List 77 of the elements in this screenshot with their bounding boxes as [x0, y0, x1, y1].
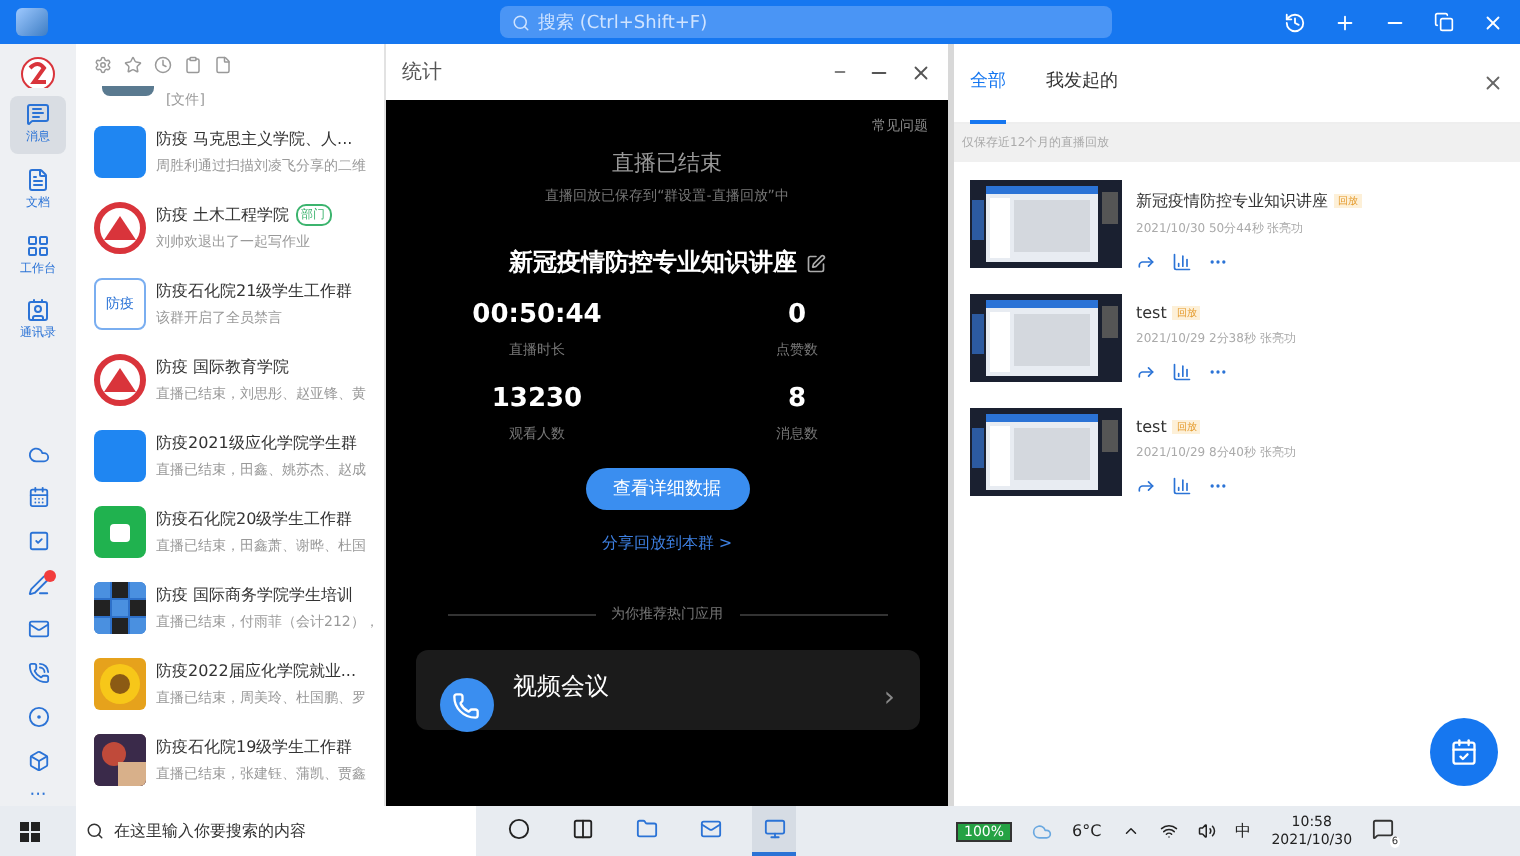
document-icon: [26, 167, 50, 192]
chat-name: 防疫 土木工程学院: [156, 204, 290, 226]
replay-title[interactable]: test: [1136, 418, 1167, 436]
close-icon[interactable]: [1482, 11, 1504, 33]
grid-icon: [26, 233, 50, 258]
checkbox-icon: [27, 530, 49, 553]
avatar: [94, 430, 146, 482]
share-link[interactable]: 分享回放到本群 >: [601, 532, 733, 554]
chat-name: 防疫2022届应化学院就业...: [156, 660, 356, 682]
network-icon[interactable]: [1159, 822, 1178, 840]
pen-icon: [27, 574, 49, 597]
chat-name: 防疫石化院21级学生工作群: [156, 280, 353, 302]
star-icon[interactable]: [124, 56, 142, 74]
search-icon: [512, 13, 530, 31]
circle-icon: [27, 705, 49, 728]
mail-icon: [27, 617, 49, 640]
windows-icon[interactable]: [20, 821, 40, 841]
search-icon: [86, 822, 104, 840]
calendar-icon: [27, 486, 49, 509]
clipboard-icon[interactable]: [184, 56, 202, 74]
stat-value: 8: [787, 384, 807, 414]
contact-icon: [26, 298, 50, 323]
chat-name: 防疫石化院19级学生工作群: [156, 736, 353, 758]
window-title: 统计: [402, 59, 442, 86]
avatar: [94, 506, 146, 558]
chart-icon[interactable]: [1172, 362, 1192, 382]
history-icon[interactable]: [1284, 11, 1306, 33]
stat-value: 0: [787, 300, 807, 330]
close-icon[interactable]: [1482, 72, 1504, 94]
notification-badge: [44, 569, 56, 582]
taskbar-search-field[interactable]: 在这里输入你要搜索的内容: [76, 806, 476, 856]
tab[interactable]: 我发起的: [1046, 43, 1118, 123]
chevron-icon: ›: [883, 682, 895, 714]
replay-title[interactable]: test: [1136, 304, 1167, 322]
stat-value: 13230: [491, 384, 583, 414]
lecture-title: 新冠疫情防控专业知识讲座: [509, 246, 797, 280]
tray-expand-icon[interactable]: [1121, 822, 1140, 840]
settings-icon[interactable]: [94, 56, 112, 74]
app-name: 视频会议: [513, 670, 609, 704]
restore-icon[interactable]: [1434, 11, 1454, 31]
input-method[interactable]: 中: [1235, 820, 1252, 842]
avatar: [94, 582, 146, 634]
box-icon: [27, 749, 49, 772]
share-icon[interactable]: [1136, 476, 1156, 496]
phone-icon: [27, 661, 49, 684]
share-icon[interactable]: [1136, 362, 1156, 382]
avatar: [94, 202, 146, 254]
replay-title[interactable]: 新冠疫情防控专业知识讲座: [1136, 190, 1328, 212]
calendar-icon: [1450, 738, 1478, 766]
app-card[interactable]: 视频会议 ›: [415, 650, 919, 730]
volume-icon[interactable]: [1197, 822, 1216, 840]
more-button[interactable]: ···: [29, 785, 47, 806]
temperature: 6°C: [1072, 822, 1102, 840]
chat-name: 防疫2021级应化学院学生群: [156, 432, 357, 454]
chart-icon[interactable]: [1172, 476, 1192, 496]
chart-icon[interactable]: [1172, 252, 1192, 272]
chat-name: 防疫 马克思主义学院、人...: [156, 128, 353, 150]
phone-icon: [439, 678, 493, 732]
status-heading: 直播已结束: [612, 148, 722, 178]
app-logo: [16, 8, 48, 36]
share-icon[interactable]: [1136, 252, 1156, 272]
weather-icon: [1032, 821, 1053, 841]
cloud-icon: [27, 443, 49, 466]
chat-name: 防疫 国际商务学院学生培训: [156, 584, 354, 606]
edit-icon[interactable]: [805, 253, 825, 273]
chat-name: 防疫石化院20级学生工作群: [156, 508, 353, 530]
clock-icon[interactable]: [154, 56, 172, 74]
avatar: [94, 354, 146, 406]
close-icon[interactable]: [910, 61, 932, 83]
chat-name: 防疫 国际教育学院: [156, 356, 290, 378]
file-icon[interactable]: [214, 56, 232, 74]
add-icon[interactable]: [1334, 11, 1356, 33]
stat-value: 00:50:44: [472, 300, 602, 330]
avatar: [94, 126, 146, 178]
user-avatar[interactable]: [20, 56, 56, 89]
calendar-button[interactable]: [1430, 718, 1498, 786]
message-icon: [26, 102, 50, 127]
